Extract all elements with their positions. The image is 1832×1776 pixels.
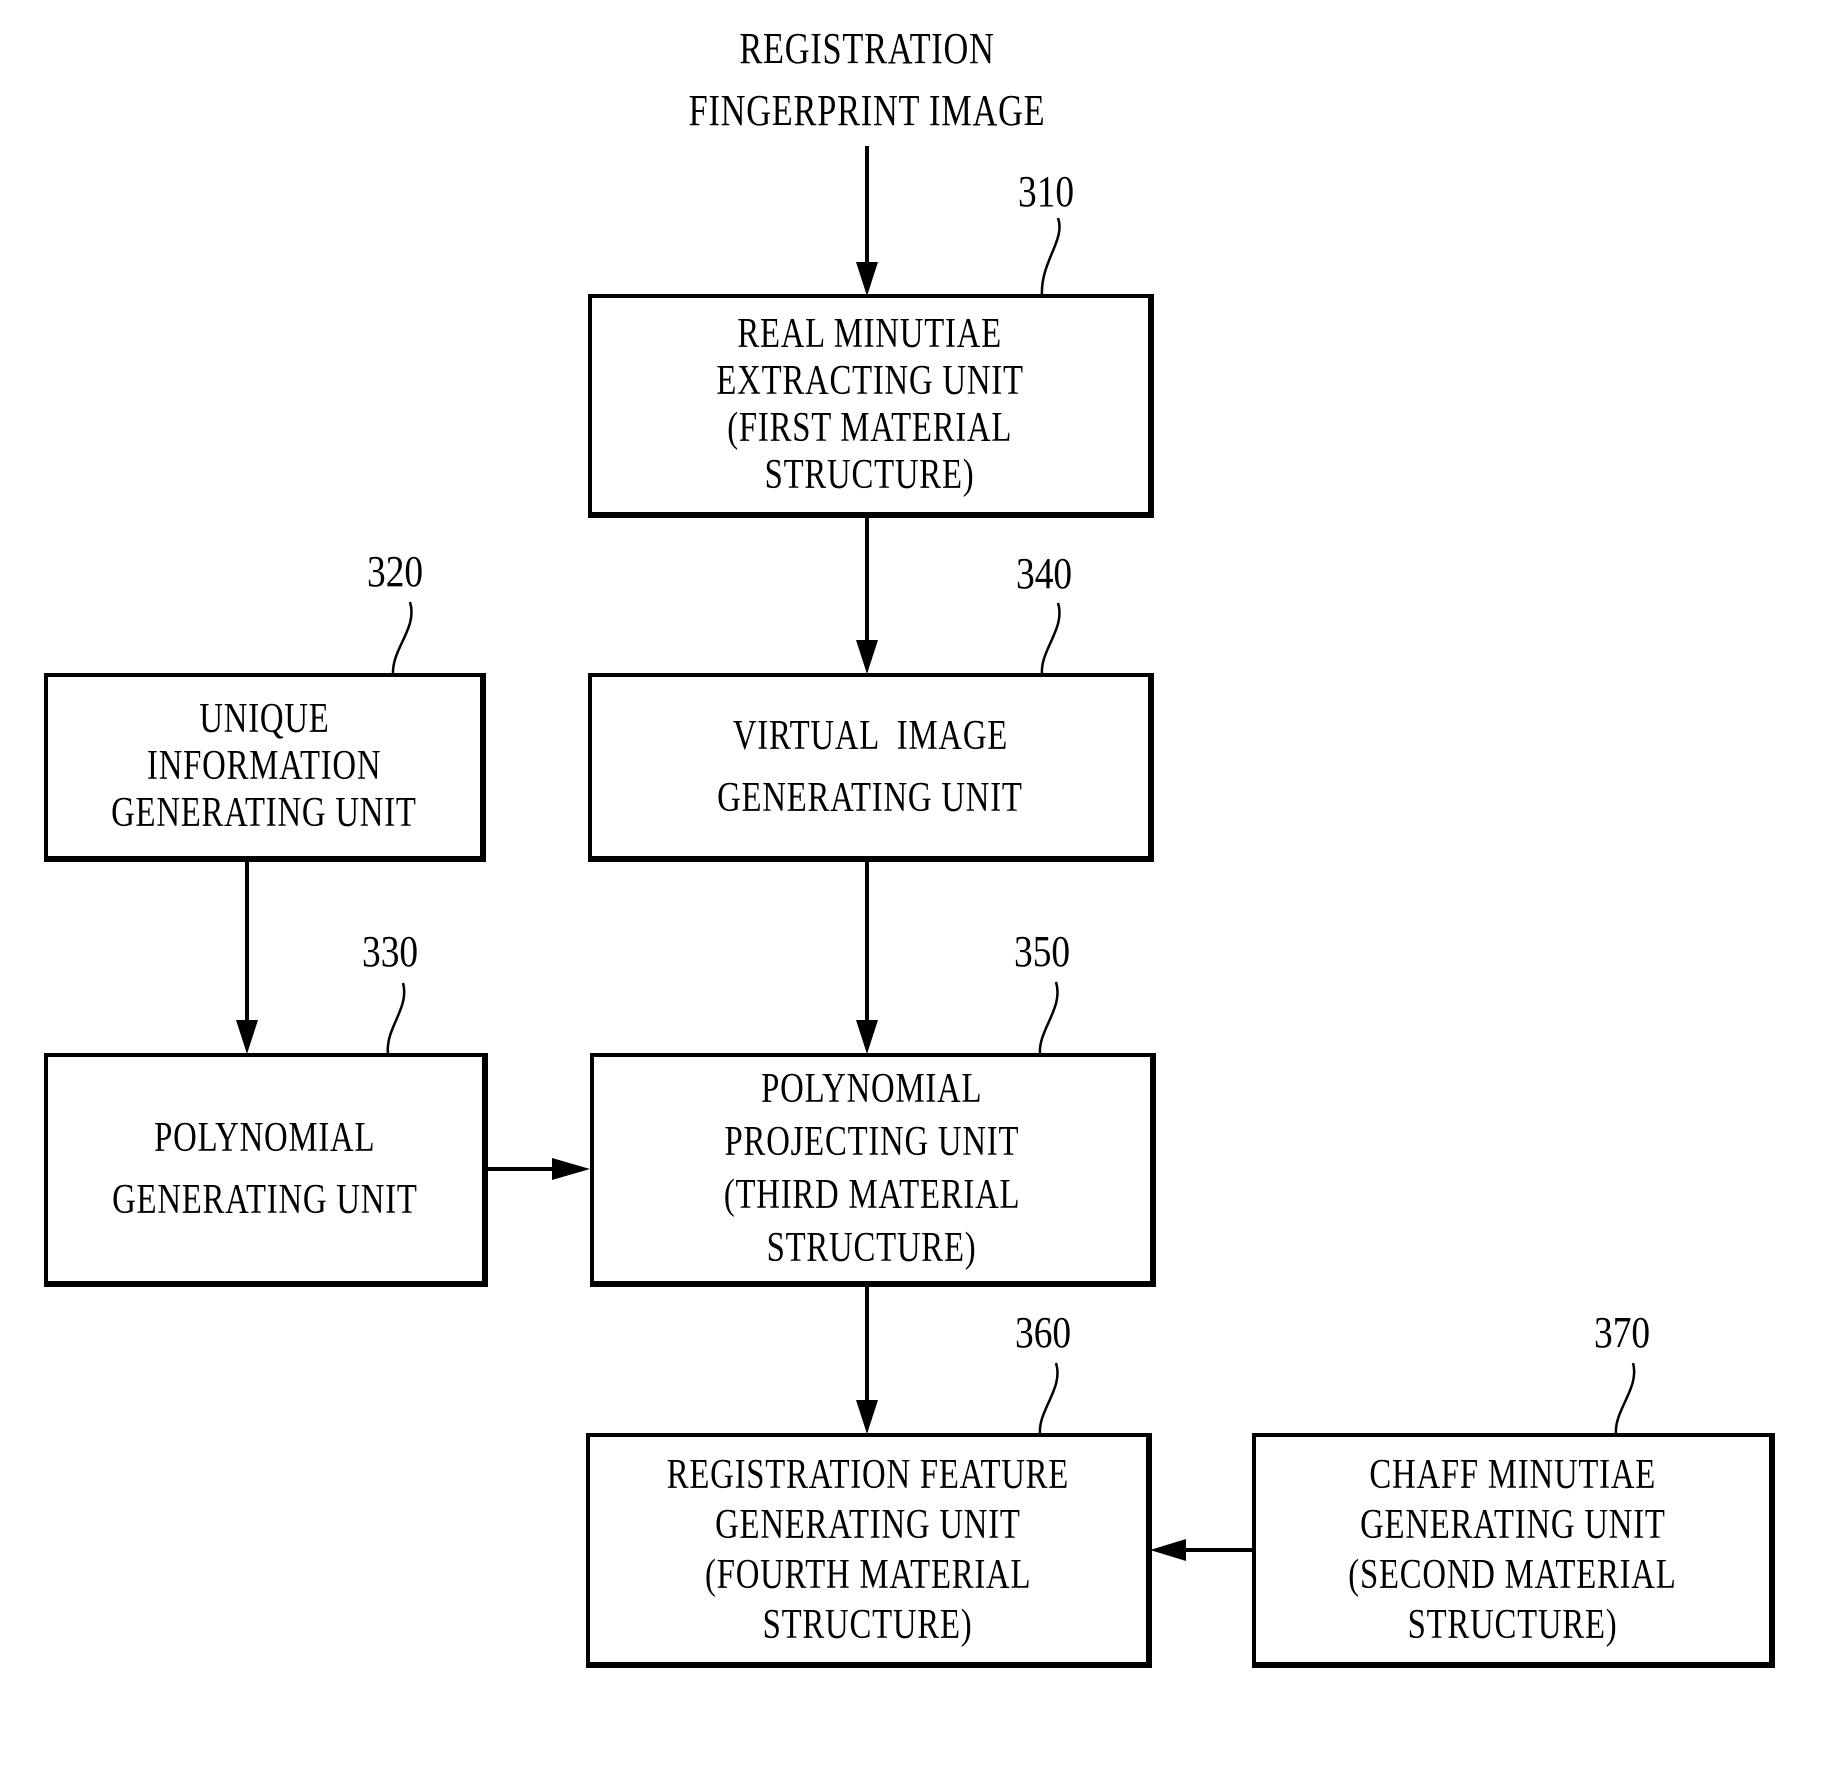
block-chaff-minutiae-generating-unit: CHAFF MINUTIAE GENERATING UNIT (SECOND M… bbox=[1252, 1433, 1775, 1668]
block-label-line: STRUCTURE) bbox=[767, 1225, 977, 1271]
block-polynomial-generating-unit: POLYNOMIAL GENERATING UNIT bbox=[44, 1053, 488, 1287]
leader-340 bbox=[1040, 602, 1061, 675]
arrow-320-to-330 bbox=[236, 861, 258, 1054]
block-label-line: REAL MINUTIAE bbox=[737, 311, 1003, 357]
ref-number-330: 330 bbox=[362, 927, 419, 976]
block-label-line: CHAFF MINUTIAE bbox=[1369, 1451, 1656, 1498]
block-label-line: GENERATING UNIT bbox=[111, 790, 417, 836]
ref-number-310: 310 bbox=[1018, 167, 1075, 216]
block-real-minutiae-extracting-unit: REAL MINUTIAE EXTRACTING UNIT (FIRST MAT… bbox=[588, 294, 1154, 518]
block-label-line: INFORMATION bbox=[146, 743, 382, 789]
block-label-line: POLYNOMIAL bbox=[761, 1066, 983, 1112]
block-label-line: STRUCTURE) bbox=[763, 1601, 973, 1648]
block-label-line: (THIRD MATERIAL bbox=[723, 1172, 1021, 1218]
leader-320 bbox=[391, 601, 413, 675]
leader-350 bbox=[1038, 981, 1059, 1055]
leader-370 bbox=[1614, 1362, 1636, 1435]
block-label-line: (FIRST MATERIAL bbox=[727, 405, 1013, 451]
leader-310 bbox=[1040, 217, 1061, 297]
block-label-line: PROJECTING UNIT bbox=[724, 1119, 1020, 1165]
block-label-line: GENERATING UNIT bbox=[1359, 1501, 1666, 1548]
arrow-370-to-360 bbox=[1150, 1539, 1252, 1561]
block-label-line: VIRTUAL IMAGE bbox=[732, 712, 1008, 759]
arrow-350-to-360 bbox=[856, 1286, 878, 1434]
ref-number-320: 320 bbox=[367, 547, 424, 596]
ref-number-350: 350 bbox=[1014, 927, 1071, 976]
ref-number-360: 360 bbox=[1015, 1308, 1072, 1357]
block-label-line: STRUCTURE) bbox=[1407, 1601, 1618, 1648]
block-polynomial-projecting-unit: POLYNOMIAL PROJECTING UNIT (THIRD MATERI… bbox=[590, 1053, 1156, 1287]
ref-number-370: 370 bbox=[1594, 1308, 1651, 1357]
block-label-line: POLYNOMIAL bbox=[154, 1115, 376, 1161]
block-label-line: GENERATING UNIT bbox=[717, 774, 1023, 821]
block-label-line: EXTRACTING UNIT bbox=[716, 358, 1024, 404]
arrow-310-to-340 bbox=[856, 518, 878, 674]
block-virtual-image-generating-unit: VIRTUAL IMAGE GENERATING UNIT bbox=[588, 673, 1154, 862]
block-label-line: STRUCTURE) bbox=[765, 452, 975, 498]
block-unique-information-generating-unit: UNIQUE INFORMATION GENERATING UNIT bbox=[44, 673, 486, 862]
block-label-line: GENERATING UNIT bbox=[715, 1501, 1021, 1548]
leader-360 bbox=[1038, 1362, 1059, 1435]
block-registration-feature-generating-unit: REGISTRATION FEATURE GENERATING UNIT (FO… bbox=[586, 1433, 1152, 1668]
input-label-line: REGISTRATION bbox=[739, 24, 995, 73]
arrow-340-to-350 bbox=[856, 861, 878, 1054]
leader-330 bbox=[386, 982, 406, 1055]
input-label-line: FINGERPRINT IMAGE bbox=[688, 86, 1046, 135]
block-label-line: (SECOND MATERIAL bbox=[1348, 1551, 1677, 1598]
arrow-330-to-350 bbox=[487, 1158, 590, 1180]
block-label-line: GENERATING UNIT bbox=[112, 1177, 418, 1223]
block-diagram: REGISTRATION FINGERPRINT IMAGE 310 320 3… bbox=[0, 0, 1832, 1776]
block-label-line: (FOURTH MATERIAL bbox=[704, 1551, 1032, 1598]
ref-number-340: 340 bbox=[1016, 549, 1073, 598]
block-label-line: REGISTRATION FEATURE bbox=[666, 1451, 1070, 1498]
arrow-input-to-310 bbox=[856, 146, 878, 296]
block-label-line: UNIQUE bbox=[198, 696, 330, 742]
input-label: REGISTRATION FINGERPRINT IMAGE bbox=[567, 18, 1167, 142]
